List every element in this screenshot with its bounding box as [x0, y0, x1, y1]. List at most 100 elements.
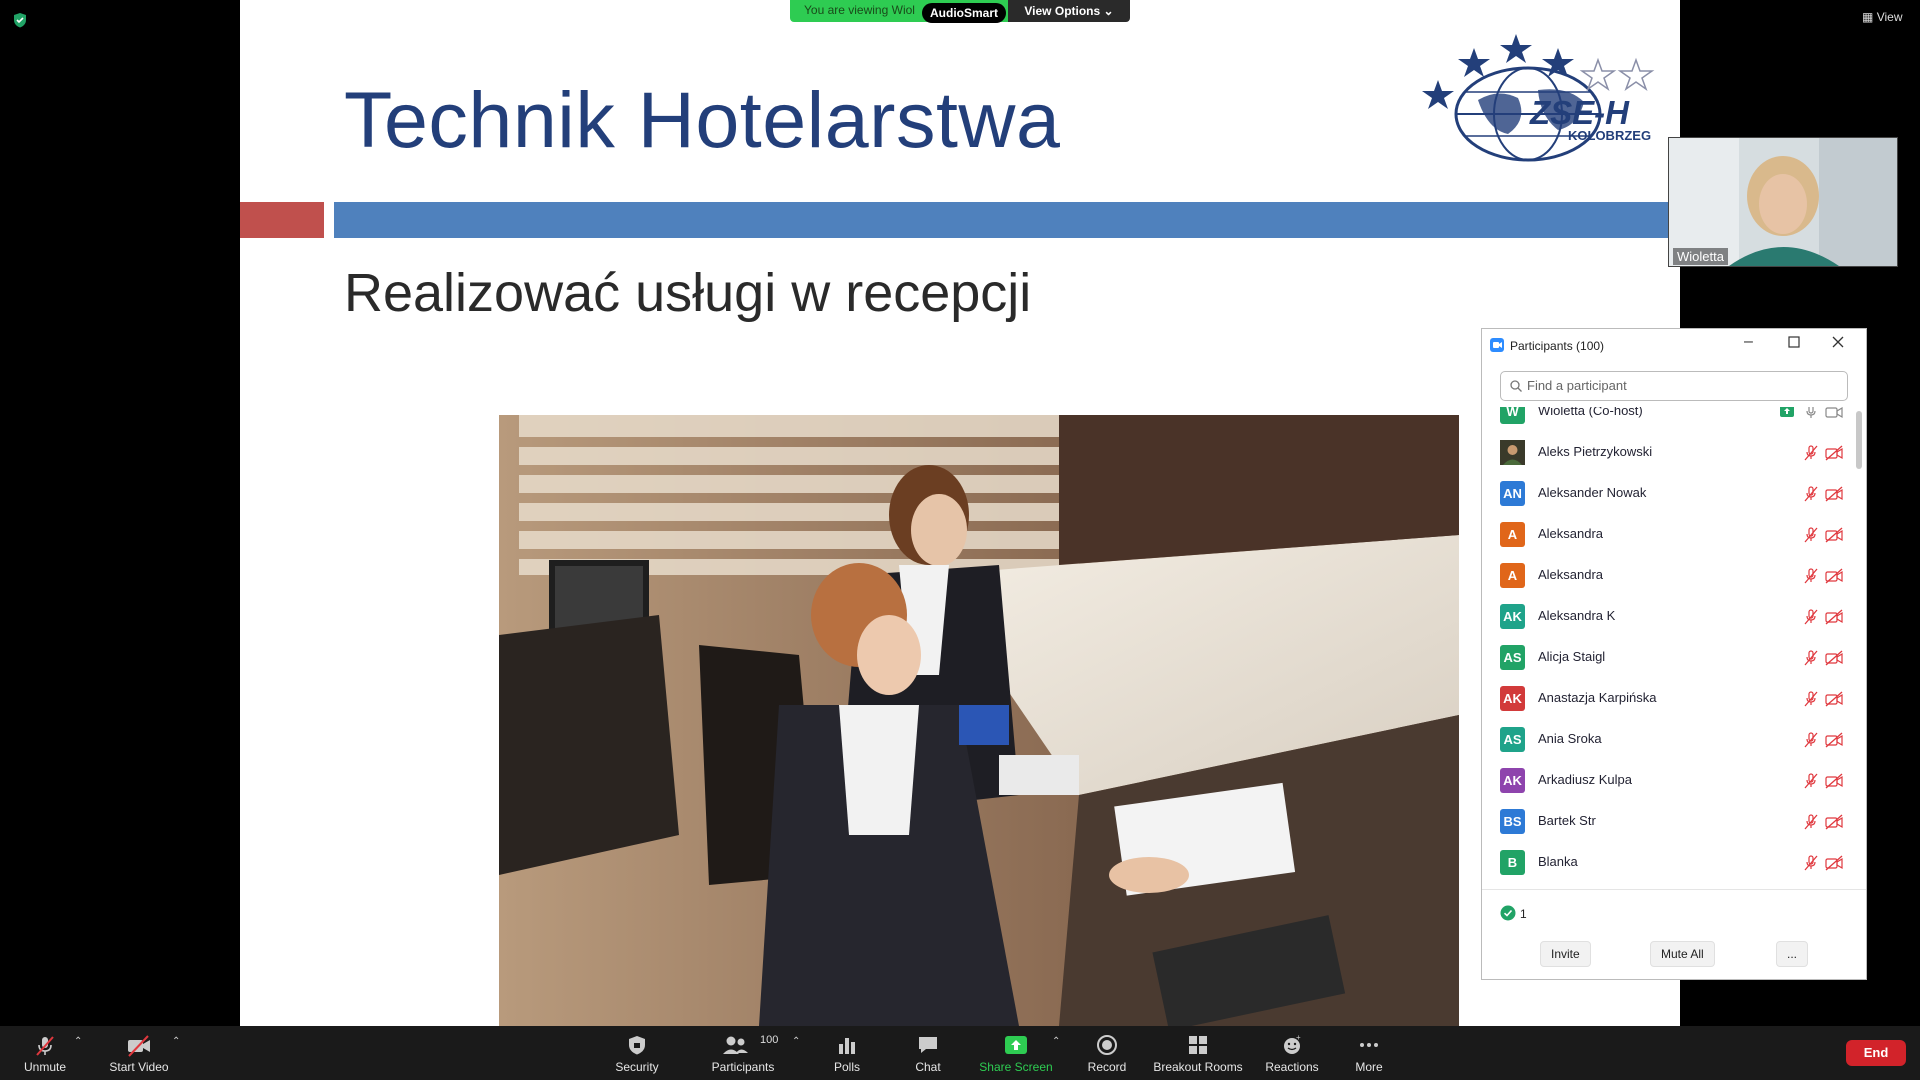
sharing-screen-icon	[1780, 407, 1794, 422]
participant-name: Bartek Str	[1538, 813, 1596, 828]
unmute-button[interactable]: Unmute	[14, 1026, 76, 1080]
camera-off-icon	[1824, 854, 1844, 872]
microphone-muted-icon	[1802, 772, 1820, 790]
participant-photo-avatar	[1500, 440, 1525, 465]
polls-button[interactable]: Polls	[822, 1026, 872, 1080]
camera-off-icon	[126, 1034, 152, 1063]
more-button[interactable]: More	[1344, 1026, 1394, 1080]
participant-row[interactable]: A Aleksandra	[1482, 514, 1866, 555]
participant-name: Alicja Staigl	[1538, 649, 1606, 664]
search-input[interactable]: Find a participant	[1500, 371, 1848, 401]
audiosmart-badge: AudioSmart	[922, 3, 1007, 23]
video-options-caret-icon[interactable]: ⌃	[172, 1036, 180, 1047]
search-icon	[1510, 379, 1522, 397]
speaker-video-tile[interactable]: Wioletta	[1668, 137, 1898, 267]
slide-accent-bar-blue	[334, 202, 1680, 238]
participants-count: 100	[760, 1034, 779, 1046]
microphone-muted-icon	[1802, 813, 1820, 831]
participant-list: W Wioletta (Co-host) Aleks Pietrzykowski AN…	[1482, 407, 1866, 889]
participant-row[interactable]: A Aleksandra	[1482, 555, 1866, 596]
meeting-toolbar: Unmute ⌃ Start Video ⌃ Security 100 Part…	[0, 1026, 1920, 1080]
mute-all-button[interactable]: Mute All	[1650, 941, 1715, 967]
participant-row[interactable]: AK Anastazja Karpińska	[1482, 678, 1866, 719]
participant-name: Blanka	[1538, 854, 1578, 869]
participant-row[interactable]: BS Bartek Str	[1482, 801, 1866, 842]
participant-name: Wioletta (Co-host)	[1538, 407, 1643, 418]
nonverbal-feedback-count: 1	[1520, 907, 1527, 921]
share-screen-button[interactable]: Share Screen	[978, 1026, 1054, 1080]
camera-icon	[1824, 407, 1844, 421]
breakout-rooms-button[interactable]: Breakout Rooms	[1152, 1026, 1244, 1080]
participants-button[interactable]: 100 Participants	[708, 1026, 779, 1080]
audio-options-caret-icon[interactable]: ⌃	[74, 1036, 82, 1047]
record-button[interactable]: Record	[1082, 1026, 1132, 1080]
camera-off-icon	[1824, 567, 1844, 585]
grid-view-icon: ▦	[1862, 10, 1874, 24]
view-label: View	[1876, 10, 1903, 24]
microphone-muted-icon	[1802, 690, 1820, 708]
participant-row[interactable]: AS Alicja Staigl	[1482, 637, 1866, 678]
view-options-button[interactable]: View Options ⌄	[1008, 0, 1130, 22]
polls-icon	[836, 1034, 858, 1061]
participant-name: Aleksandra	[1538, 567, 1604, 582]
camera-off-icon	[1824, 731, 1844, 749]
participant-name: Aleks Pietrzykowski	[1538, 444, 1653, 459]
chat-label: Chat	[915, 1060, 941, 1074]
participants-label: Participants	[711, 1060, 775, 1074]
participants-options-caret-icon[interactable]: ⌃	[792, 1036, 800, 1047]
reactions-button[interactable]: + Reactions	[1262, 1026, 1322, 1080]
participant-name: Arkadiusz Kulpa	[1538, 772, 1632, 787]
microphone-icon	[1802, 407, 1820, 421]
svg-text:+: +	[1296, 1034, 1301, 1042]
divider	[1482, 889, 1866, 890]
start-video-button[interactable]: Start Video	[104, 1026, 174, 1080]
chevron-down-icon: ⌄	[1103, 4, 1114, 18]
chat-button[interactable]: Chat	[903, 1026, 953, 1080]
participant-avatar: BS	[1500, 809, 1525, 834]
participant-row[interactable]: Aleks Pietrzykowski	[1482, 432, 1866, 473]
participants-panel: Participants (100) – Find a participant …	[1481, 328, 1867, 980]
participant-row[interactable]: AK Arkadiusz Kulpa	[1482, 760, 1866, 801]
participant-avatar: A	[1500, 522, 1525, 547]
microphone-muted-icon	[1802, 854, 1820, 872]
participant-avatar: AS	[1500, 727, 1525, 752]
participant-row[interactable]: AS Ania Sroka	[1482, 719, 1866, 760]
participant-name: Ania Sroka	[1538, 731, 1602, 746]
nonverbal-feedback-yes[interactable]	[1500, 905, 1516, 926]
microphone-muted-icon	[1802, 649, 1820, 667]
microphone-muted-icon	[1802, 485, 1820, 503]
reception-photo	[499, 415, 1459, 1026]
polls-label: Polls	[833, 1060, 860, 1074]
camera-off-icon	[1824, 608, 1844, 626]
participant-row[interactable]: B Blanka	[1482, 842, 1866, 883]
close-icon[interactable]	[1832, 335, 1844, 353]
participant-row[interactable]: AK Aleksandra K	[1482, 596, 1866, 637]
participant-avatar: B	[1500, 850, 1525, 875]
maximize-icon[interactable]	[1788, 335, 1800, 353]
camera-off-icon	[1824, 526, 1844, 544]
more-dots-icon	[1358, 1034, 1380, 1061]
camera-off-icon	[1824, 772, 1844, 790]
invite-button[interactable]: Invite	[1540, 941, 1591, 967]
security-button[interactable]: Security	[612, 1026, 662, 1080]
participant-avatar: AK	[1500, 604, 1525, 629]
encryption-shield-icon[interactable]	[12, 12, 28, 28]
breakout-rooms-icon	[1187, 1034, 1209, 1061]
share-options-caret-icon[interactable]: ⌃	[1052, 1036, 1060, 1047]
microphone-muted-icon	[1802, 567, 1820, 585]
participant-list-scrollbar[interactable]	[1856, 411, 1862, 469]
end-meeting-button[interactable]: End	[1846, 1040, 1906, 1066]
participants-icon	[721, 1034, 749, 1061]
view-button[interactable]: ▦ View	[1862, 10, 1902, 24]
more-options-button[interactable]: ...	[1776, 941, 1809, 967]
speaker-name: Wioletta	[1673, 248, 1728, 265]
logo-text: ZSE-H	[1530, 94, 1629, 131]
share-screen-label: Share Screen	[979, 1060, 1053, 1074]
minimize-icon[interactable]: –	[1744, 333, 1753, 351]
participant-row[interactable]: AN Aleksander Nowak	[1482, 473, 1866, 514]
participant-avatar: AN	[1500, 481, 1525, 506]
viewing-text: You are viewing Wiol	[804, 3, 915, 17]
participant-row[interactable]: W Wioletta (Co-host)	[1482, 407, 1866, 432]
microphone-muted-icon	[33, 1034, 57, 1063]
reactions-label: Reactions	[1265, 1060, 1319, 1074]
